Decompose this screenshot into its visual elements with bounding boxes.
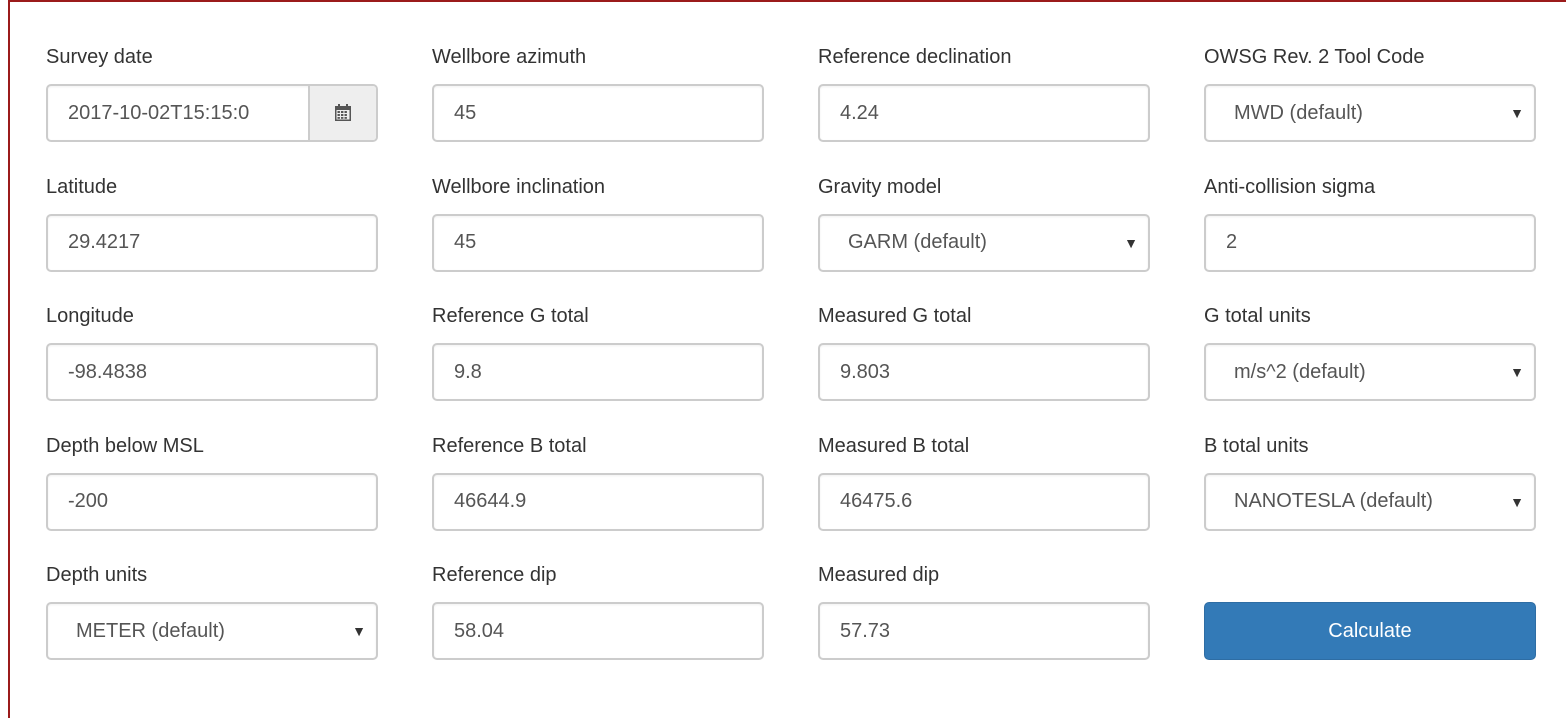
calculate-field: Calculate xyxy=(1204,562,1536,692)
calculate-button[interactable]: Calculate xyxy=(1204,602,1536,660)
gravity-model-label: Gravity model xyxy=(818,175,942,198)
survey-date-field: Survey date 2017-10-02T15:15:0 xyxy=(46,44,378,174)
wellbore-azimuth-value: 45 xyxy=(454,101,477,124)
anti-collision-sigma-input[interactable]: 2 xyxy=(1204,213,1536,272)
gravity-model-select[interactable]: GARM (default) ▼ xyxy=(818,213,1150,272)
caret-down-icon: ▼ xyxy=(1510,493,1524,510)
calendar-icon xyxy=(335,104,351,121)
measured-dip-label: Measured dip xyxy=(818,564,940,586)
reference-declination-value: 4.24 xyxy=(840,101,879,124)
depth-below-msl-label: Depth below MSL xyxy=(46,434,204,457)
survey-date-value: 2017-10-02T15:15:0 xyxy=(68,101,250,124)
measured-dip-field: Measured dip 57.73 xyxy=(818,562,1150,692)
longitude-value: -98.4838 xyxy=(68,360,147,383)
reference-declination-label: Reference declination xyxy=(818,46,1012,68)
g-total-units-field: G total units m/s^2 (default) ▼ xyxy=(1204,303,1536,433)
b-total-units-field: B total units NANOTESLA (default) ▼ xyxy=(1204,433,1536,563)
measured-g-total-input[interactable]: 9.803 xyxy=(818,343,1150,401)
reference-dip-field: Reference dip 58.04 xyxy=(432,562,764,692)
survey-date-label: Survey date xyxy=(46,46,153,68)
tool-code-label: OWSG Rev. 2 Tool Code xyxy=(1204,46,1425,68)
reference-b-total-field: Reference B total 46644.9 xyxy=(432,433,764,563)
depth-units-value: METER (default) xyxy=(76,619,225,642)
caret-down-icon: ▼ xyxy=(1510,105,1524,121)
measured-b-total-label: Measured B total xyxy=(818,434,970,457)
reference-g-total-label: Reference G total xyxy=(432,305,589,327)
depth-below-msl-field: Depth below MSL -200 xyxy=(46,433,378,563)
g-total-units-value: m/s^2 (default) xyxy=(1234,360,1366,383)
measured-b-total-input[interactable]: 46475.6 xyxy=(818,472,1150,531)
depth-units-select[interactable]: METER (default) ▼ xyxy=(46,602,378,660)
tool-code-field: OWSG Rev. 2 Tool Code MWD (default) ▼ xyxy=(1204,44,1536,174)
reference-declination-input[interactable]: 4.24 xyxy=(818,84,1150,142)
wellbore-inclination-value: 45 xyxy=(454,231,477,253)
reference-declination-field: Reference declination 4.24 xyxy=(818,44,1150,174)
wellbore-inclination-field: Wellbore inclination 45 xyxy=(432,174,764,304)
caret-down-icon: ▼ xyxy=(352,623,366,639)
wellbore-inclination-input[interactable]: 45 xyxy=(432,213,764,272)
wellbore-azimuth-label: Wellbore azimuth xyxy=(432,46,587,68)
measured-g-total-field: Measured G total 9.803 xyxy=(818,303,1150,433)
b-total-units-label: B total units xyxy=(1204,434,1309,457)
g-total-units-select[interactable]: m/s^2 (default) ▼ xyxy=(1204,343,1536,401)
calendar-button[interactable] xyxy=(308,86,376,140)
depth-units-label: Depth units xyxy=(46,564,148,586)
longitude-input[interactable]: -98.4838 xyxy=(46,343,378,401)
measured-g-total-value: 9.803 xyxy=(840,360,891,383)
wellbore-inclination-label: Wellbore inclination xyxy=(432,175,606,198)
b-total-units-value: NANOTESLA (default) xyxy=(1234,490,1433,512)
measured-b-total-value: 46475.6 xyxy=(840,490,913,512)
longitude-label: Longitude xyxy=(46,305,134,327)
wellbore-azimuth-field: Wellbore azimuth 45 xyxy=(432,44,764,174)
measured-dip-input[interactable]: 57.73 xyxy=(818,602,1150,660)
reference-g-total-field: Reference G total 9.8 xyxy=(432,303,764,433)
reference-g-total-value: 9.8 xyxy=(454,360,482,383)
depth-units-field: Depth units METER (default) ▼ xyxy=(46,562,378,692)
measured-dip-value: 57.73 xyxy=(840,619,891,642)
wellbore-azimuth-input[interactable]: 45 xyxy=(432,84,764,142)
reference-dip-input[interactable]: 58.04 xyxy=(432,602,764,660)
gravity-model-field: Gravity model GARM (default) ▼ xyxy=(818,174,1150,304)
latitude-input[interactable]: 29.4217 xyxy=(46,213,378,272)
latitude-value: 29.4217 xyxy=(68,231,141,253)
longitude-field: Longitude -98.4838 xyxy=(46,303,378,433)
b-total-units-select[interactable]: NANOTESLA (default) ▼ xyxy=(1204,472,1536,531)
depth-below-msl-input[interactable]: -200 xyxy=(46,472,378,531)
depth-below-msl-value: -200 xyxy=(68,490,109,512)
caret-down-icon: ▼ xyxy=(1510,364,1524,380)
reference-b-total-value: 46644.9 xyxy=(454,490,527,512)
tool-code-select[interactable]: MWD (default) ▼ xyxy=(1204,84,1536,142)
reference-g-total-input[interactable]: 9.8 xyxy=(432,343,764,401)
gravity-model-value: GARM (default) xyxy=(848,231,987,253)
reference-dip-value: 58.04 xyxy=(454,619,505,642)
caret-down-icon: ▼ xyxy=(1124,234,1138,251)
anti-collision-sigma-value: 2 xyxy=(1226,231,1238,253)
anti-collision-sigma-label: Anti-collision sigma xyxy=(1204,175,1376,198)
reference-b-total-input[interactable]: 46644.9 xyxy=(432,472,764,531)
survey-date-input[interactable]: 2017-10-02T15:15:0 xyxy=(46,84,378,142)
reference-dip-label: Reference dip xyxy=(432,564,557,586)
anti-collision-sigma-field: Anti-collision sigma 2 xyxy=(1204,174,1536,304)
latitude-label: Latitude xyxy=(46,175,118,198)
measured-b-total-field: Measured B total 46475.6 xyxy=(818,433,1150,563)
g-total-units-label: G total units xyxy=(1204,305,1311,327)
tool-code-value: MWD (default) xyxy=(1234,101,1363,124)
measured-g-total-label: Measured G total xyxy=(818,305,972,327)
latitude-field: Latitude 29.4217 xyxy=(46,174,378,304)
reference-b-total-label: Reference B total xyxy=(432,434,587,457)
survey-form: Survey date 2017-10-02T15:15:0 Wellbore … xyxy=(46,44,1536,692)
